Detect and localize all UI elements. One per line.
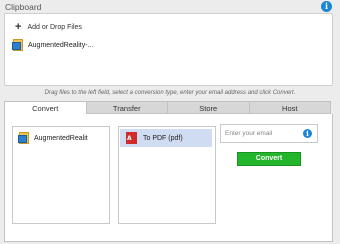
pdf-icon: A: [126, 132, 137, 144]
email-input[interactable]: [225, 130, 301, 137]
clipboard-file-item[interactable]: AugmentedReality-...: [12, 39, 93, 51]
plus-icon: +: [15, 21, 22, 33]
clipboard-drop-area[interactable]: + Add or Drop Files AugmentedReality-...: [4, 13, 333, 86]
email-field-container: i: [220, 124, 318, 143]
conversion-option-pdf[interactable]: A To PDF (pdf): [120, 129, 212, 147]
instruction-hint: Drag files to the left field, select a c…: [44, 90, 296, 96]
conversion-option-label: To PDF (pdf): [143, 134, 183, 142]
clipboard-file-name: AugmentedReality-...: [28, 41, 94, 49]
tab-store[interactable]: Store: [168, 101, 250, 114]
keynote-file-icon: [18, 132, 30, 144]
tab-bar: Convert Transfer Store Host: [4, 101, 331, 114]
tab-transfer[interactable]: Transfer: [86, 101, 168, 114]
info-icon[interactable]: i: [321, 1, 332, 12]
tab-convert[interactable]: Convert: [4, 101, 87, 114]
info-icon[interactable]: i: [303, 129, 312, 138]
convert-button[interactable]: Convert: [237, 152, 301, 166]
clipboard-title: Clipboard: [5, 2, 42, 12]
source-file-item[interactable]: AugmentedRealit: [18, 132, 88, 144]
source-files-box[interactable]: AugmentedRealit: [12, 126, 110, 224]
conversion-type-box[interactable]: A To PDF (pdf): [118, 126, 216, 224]
tab-host[interactable]: Host: [249, 101, 331, 114]
add-files-label: Add or Drop Files: [27, 23, 82, 31]
source-file-name: AugmentedRealit: [34, 134, 88, 142]
add-files-button[interactable]: + Add or Drop Files: [15, 21, 82, 33]
keynote-file-icon: [12, 39, 24, 51]
